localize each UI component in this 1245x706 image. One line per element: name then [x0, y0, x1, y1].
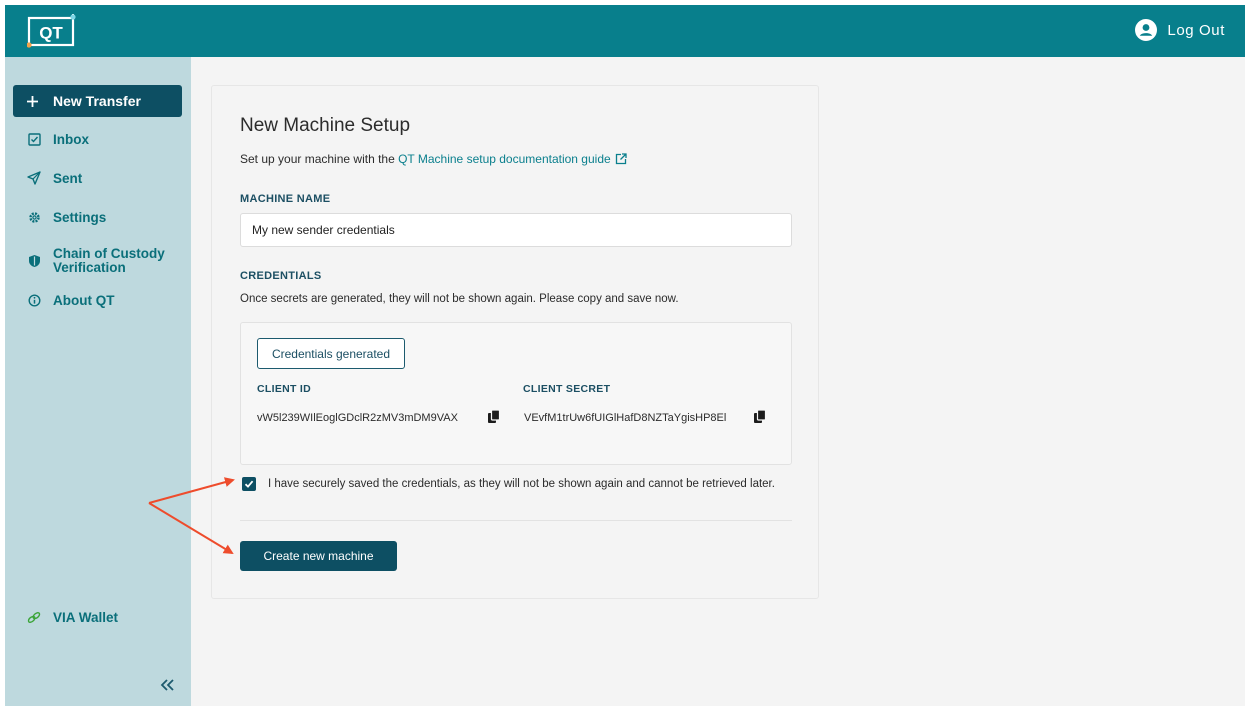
- top-bar: QT Log Out: [5, 5, 1245, 57]
- sidebar-item-label-line2: Verification: [53, 260, 126, 275]
- sidebar-item-about[interactable]: About QT: [13, 288, 182, 312]
- send-icon: [27, 171, 41, 185]
- sidebar-item-label: VIA Wallet: [53, 609, 119, 625]
- setup-description: Set up your machine with the QT Machine …: [240, 152, 627, 168]
- qt-logo-graphic: QT: [26, 12, 76, 48]
- shield-icon: [27, 254, 41, 268]
- documentation-link[interactable]: QT Machine setup documentation guide: [398, 152, 611, 166]
- copy-client-id-icon[interactable]: [487, 409, 501, 425]
- sidebar-item-label: Sent: [53, 170, 83, 186]
- inbox-icon: [27, 132, 41, 146]
- sidebar-item-via-wallet[interactable]: VIA Wallet: [13, 605, 182, 629]
- plus-icon: [25, 94, 39, 108]
- credentials-box: Credentials generated CLIENT ID vW5l239W…: [240, 322, 792, 465]
- sidebar-item-settings[interactable]: Settings: [13, 205, 182, 229]
- sidebar-item-label: New Transfer: [53, 93, 141, 109]
- copy-client-secret-icon[interactable]: [753, 409, 767, 425]
- qt-logo[interactable]: QT: [26, 12, 81, 48]
- svg-text:QT: QT: [39, 24, 63, 43]
- client-secret-label: CLIENT SECRET: [523, 383, 611, 395]
- sidebar: New Transfer Inbox Sent Settings Chain o…: [5, 57, 191, 706]
- machine-setup-card: New Machine Setup Set up your machine wi…: [211, 85, 819, 599]
- client-id-value: vW5l239WIlEoglGDclR2zMV3mDM9VAX: [257, 412, 458, 424]
- divider: [240, 520, 792, 521]
- client-id-label: CLIENT ID: [257, 383, 312, 395]
- checkmark-icon: [244, 480, 254, 488]
- page-title: New Machine Setup: [240, 115, 411, 136]
- external-link-icon[interactable]: [615, 153, 627, 168]
- sidebar-item-label: Settings: [53, 209, 107, 225]
- setup-description-text: Set up your machine with the: [240, 152, 399, 166]
- sidebar-item-inbox[interactable]: Inbox: [13, 127, 182, 151]
- user-avatar-icon: [1135, 19, 1158, 41]
- sidebar-item-new-transfer[interactable]: New Transfer: [13, 85, 182, 117]
- credentials-help-text: Once secrets are generated, they will no…: [240, 293, 679, 305]
- confirm-saved-label: I have securely saved the credentials, a…: [268, 478, 775, 490]
- logout-label: Log Out: [1167, 21, 1225, 39]
- logout-button[interactable]: Log Out: [1135, 19, 1225, 41]
- sidebar-item-label-line1: Chain of Custody: [53, 246, 165, 261]
- machine-name-input[interactable]: [240, 213, 792, 247]
- link-icon: [27, 610, 41, 624]
- double-chevron-left-icon[interactable]: [159, 677, 177, 693]
- machine-name-label: MACHINE NAME: [240, 193, 331, 205]
- gear-icon: [27, 210, 41, 224]
- credentials-label: CREDENTIALS: [240, 270, 322, 282]
- client-secret-value: VEvfM1trUw6fUIGlHafD8NZTaYgisHP8El: [524, 412, 727, 424]
- sidebar-item-label: Chain of Custody Verification: [53, 247, 165, 275]
- sidebar-item-sent[interactable]: Sent: [13, 166, 182, 190]
- credentials-generated-button[interactable]: Credentials generated: [257, 338, 405, 369]
- confirm-saved-row: I have securely saved the credentials, a…: [242, 477, 775, 491]
- app-window: QT Log Out New Transfer Inbox Sent Setti…: [5, 5, 1245, 706]
- sidebar-item-chain-of-custody[interactable]: Chain of Custody Verification: [13, 245, 182, 277]
- sidebar-item-label: Inbox: [53, 131, 89, 147]
- sidebar-item-label: About QT: [53, 292, 115, 308]
- confirm-saved-checkbox[interactable]: [242, 477, 256, 491]
- info-icon: [27, 293, 41, 307]
- create-new-machine-button[interactable]: Create new machine: [240, 541, 397, 571]
